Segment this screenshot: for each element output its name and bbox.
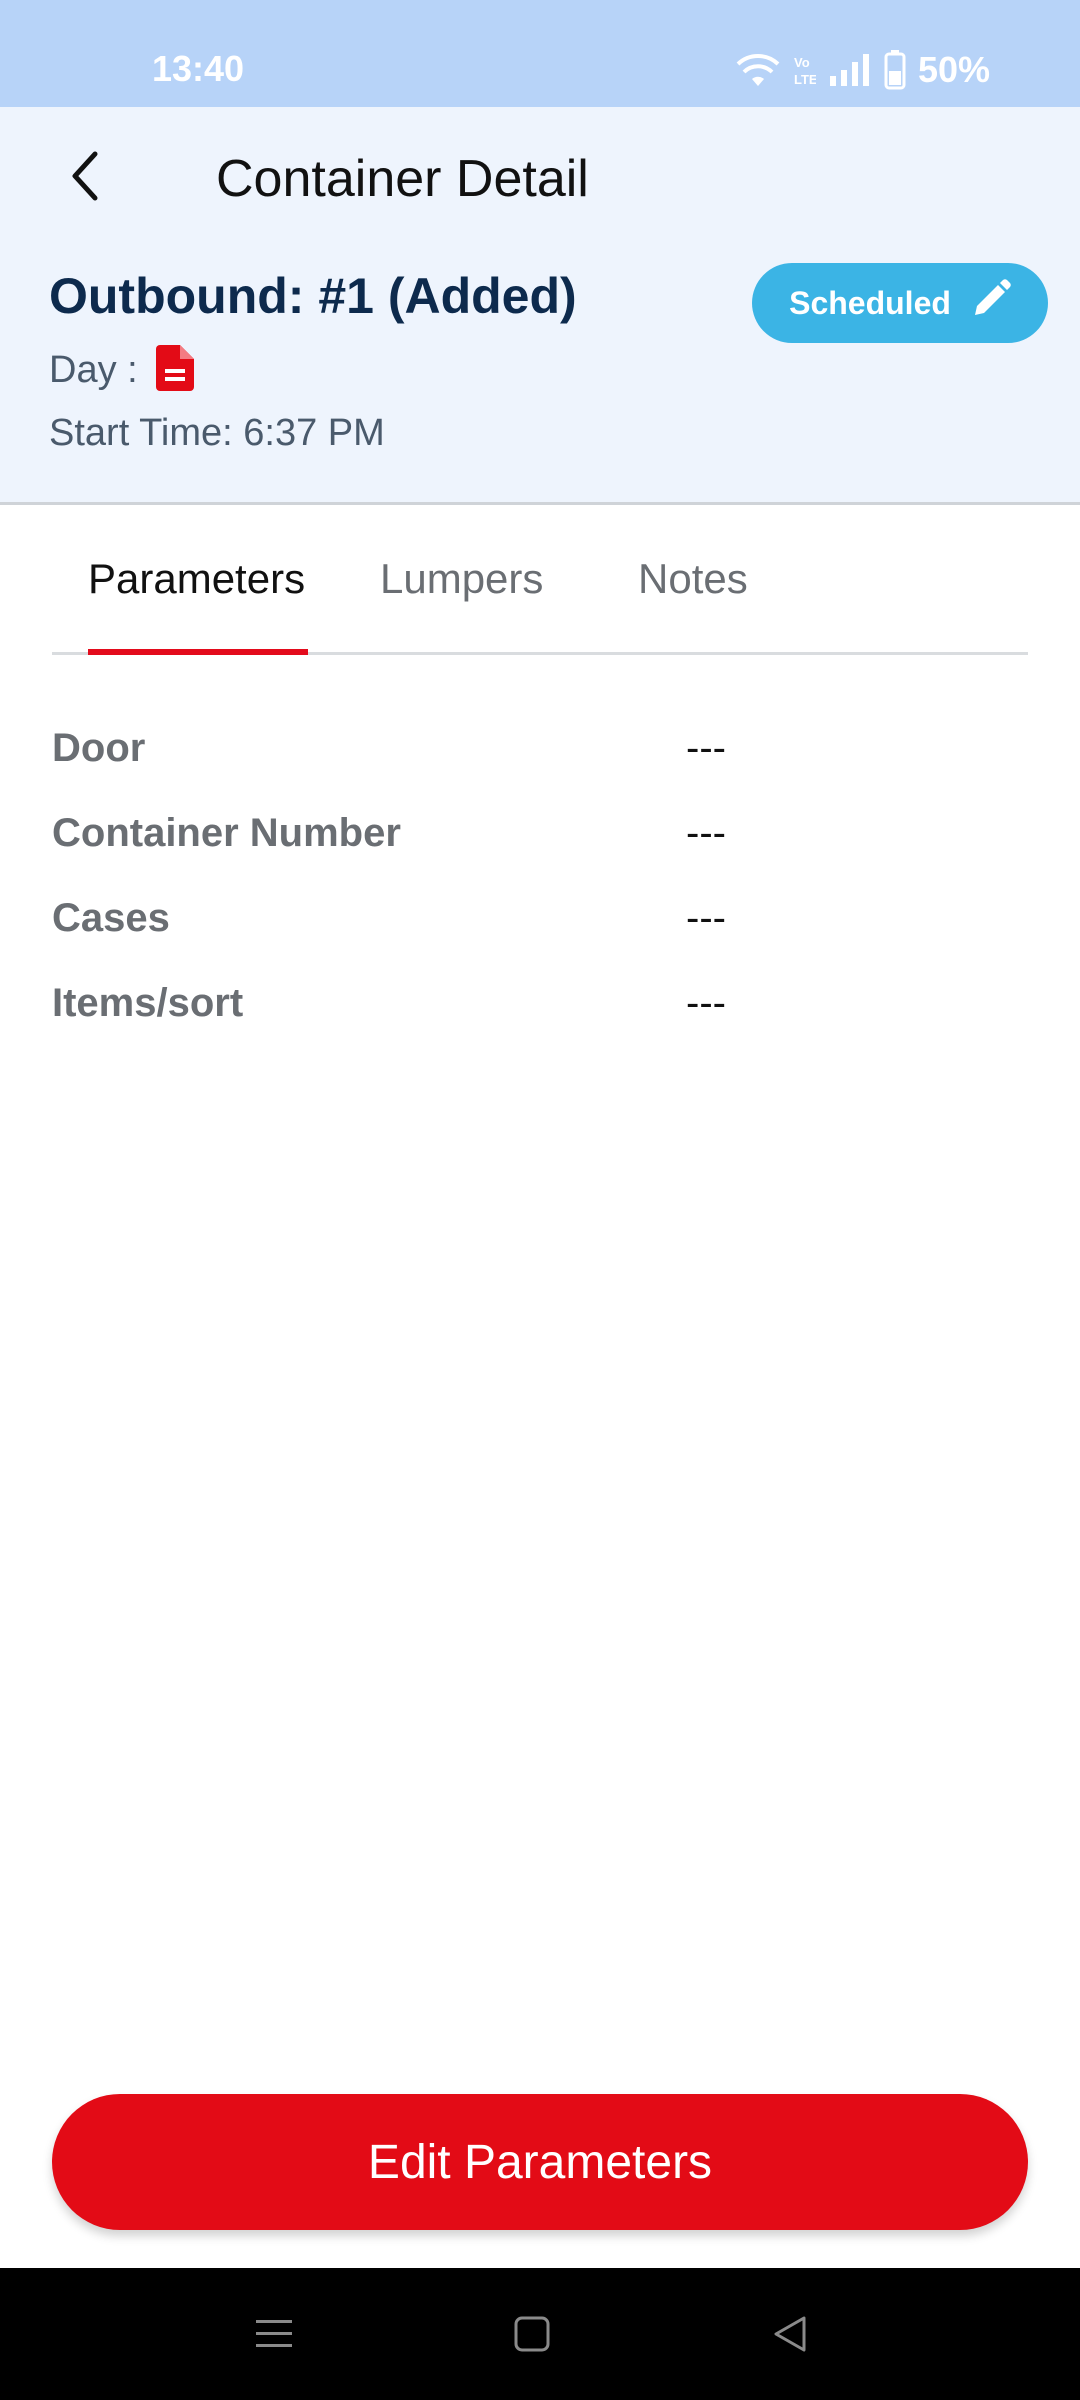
signal-icon xyxy=(828,52,872,88)
param-label: Cases xyxy=(52,896,170,940)
back-button[interactable] xyxy=(50,143,120,213)
status-bar: 13:40 Vo LTE 50% xyxy=(0,0,1080,107)
param-label: Door xyxy=(52,726,146,770)
param-row-door: Door --- xyxy=(52,710,1028,795)
screen: 13:40 Vo LTE 50% Container Detail Outbou… xyxy=(0,0,1080,2400)
svg-text:LTE: LTE xyxy=(794,72,816,87)
day-label: Day : xyxy=(49,348,138,391)
start-time: Start Time: 6:37 PM xyxy=(49,412,385,454)
status-chip-label: Scheduled xyxy=(789,284,951,321)
param-label: Container Number xyxy=(52,811,401,855)
system-nav-bar xyxy=(0,2268,1080,2400)
param-row-items-sort: Items/sort --- xyxy=(52,965,1028,1050)
volte-icon: Vo LTE xyxy=(792,52,816,88)
svg-text:Vo: Vo xyxy=(794,55,810,70)
document-icon[interactable] xyxy=(155,345,194,401)
edit-parameters-button[interactable]: Edit Parameters xyxy=(52,2094,1028,2230)
param-value: --- xyxy=(686,896,726,940)
param-value: --- xyxy=(686,811,726,855)
param-value: --- xyxy=(686,981,726,1025)
menu-icon[interactable] xyxy=(250,2310,298,2358)
status-chip[interactable]: Scheduled xyxy=(752,263,1048,343)
tab-notes[interactable]: Notes xyxy=(638,555,748,603)
param-row-cases: Cases --- xyxy=(52,880,1028,965)
param-label: Items/sort xyxy=(52,981,244,1025)
pencil-icon xyxy=(971,279,1011,327)
param-row-container-number: Container Number --- xyxy=(52,795,1028,880)
battery-icon xyxy=(884,50,906,90)
header: Container Detail Outbound: #1 (Added) Da… xyxy=(0,107,1080,505)
day-row: Day : xyxy=(49,339,194,401)
wifi-icon xyxy=(736,52,780,88)
status-time: 13:40 xyxy=(152,48,245,89)
tab-bar: Parameters Lumpers Notes xyxy=(52,505,1028,655)
tab-lumpers[interactable]: Lumpers xyxy=(380,555,543,603)
outbound-title: Outbound: #1 (Added) xyxy=(49,268,577,324)
home-icon[interactable] xyxy=(508,2310,556,2358)
active-tab-indicator xyxy=(88,649,308,655)
back-icon[interactable] xyxy=(766,2310,814,2358)
param-value: --- xyxy=(686,726,726,770)
status-icons: Vo LTE 50% xyxy=(736,48,990,92)
back-arrow-icon xyxy=(65,148,105,209)
tab-parameters[interactable]: Parameters xyxy=(88,555,305,603)
battery-percent: 50% xyxy=(917,49,990,90)
parameters-list: Door --- Container Number --- Cases --- … xyxy=(52,710,1028,1050)
page-title: Container Detail xyxy=(216,150,589,208)
